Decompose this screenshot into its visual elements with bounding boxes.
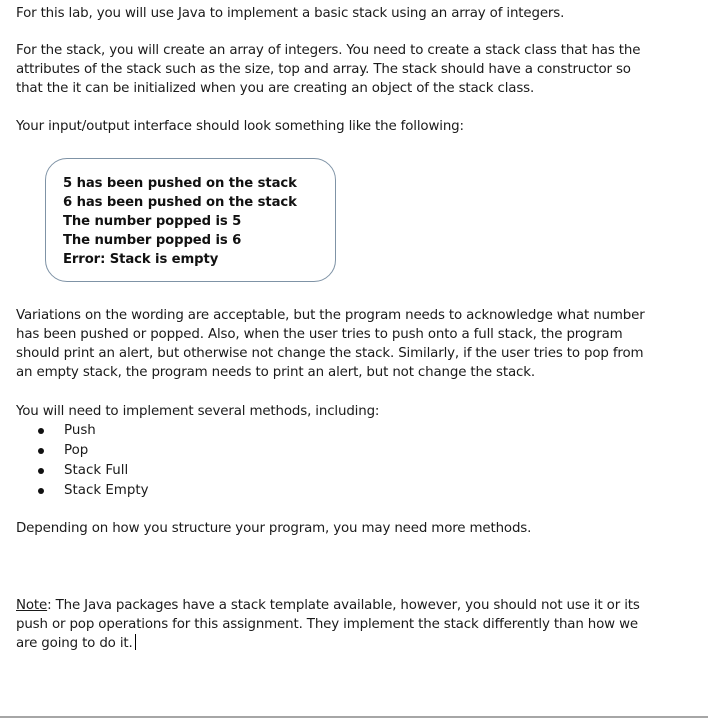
intro-paragraph: For this lab, you will use Java to imple…	[16, 4, 564, 23]
paragraph-line: For the stack, you will create an array …	[16, 43, 641, 58]
note-text: : The Java packages have a stack templat…	[47, 598, 640, 613]
method-name: Stack Empty	[64, 483, 149, 498]
method-name: Push	[64, 423, 96, 438]
paragraph-line: an empty stack, the program needs to pri…	[16, 365, 535, 380]
io-intro-text: Your input/output interface should look …	[16, 119, 464, 134]
bullet-icon	[38, 428, 44, 434]
io-example-line: Error: Stack is empty	[63, 252, 219, 267]
paragraph-line: Variations on the wording are acceptable…	[16, 308, 645, 323]
methods-intro-paragraph: You will need to implement several metho…	[16, 402, 379, 421]
methods-intro-text: You will need to implement several metho…	[16, 404, 380, 419]
note-line: Note: The Java packages have a stack tem…	[16, 596, 640, 615]
paragraph-line: attributes of the stack such as the size…	[16, 62, 631, 77]
structure-note-text: Depending on how you structure your prog…	[16, 521, 532, 536]
io-intro-paragraph: Your input/output interface should look …	[16, 117, 464, 136]
note-line: are going to do it.	[16, 634, 640, 653]
paragraph-line: has been pushed or popped. Also, when th…	[16, 327, 623, 342]
document-page[interactable]: For this lab, you will use Java to imple…	[0, 0, 708, 716]
intro-text: For this lab, you will use Java to imple…	[16, 6, 565, 21]
io-example-line: 6 has been pushed on the stack	[63, 195, 297, 210]
stack-paragraph: For the stack, you will create an array …	[16, 41, 640, 98]
io-example-line: The number popped is 6	[63, 233, 242, 248]
structure-note-paragraph: Depending on how you structure your prog…	[16, 519, 531, 538]
method-name: Stack Full	[64, 463, 129, 478]
note-line: push or pop operations for this assignme…	[16, 617, 638, 632]
method-name: Pop	[64, 443, 89, 458]
note-paragraph: Note: The Java packages have a stack tem…	[16, 596, 640, 653]
bullet-icon	[38, 448, 44, 454]
note-text: are going to do it.	[16, 636, 133, 651]
bullet-icon	[38, 468, 44, 474]
variations-paragraph: Variations on the wording are acceptable…	[16, 306, 645, 382]
note-label: Note	[16, 598, 48, 613]
paragraph-line: that the it can be initialized when you …	[16, 81, 535, 96]
bullet-icon	[38, 488, 44, 494]
text-cursor	[134, 634, 136, 650]
io-example-line: The number popped is 5	[63, 214, 242, 229]
paragraph-line: should print an alert, but otherwise not…	[16, 346, 644, 361]
io-example-line: 5 has been pushed on the stack	[63, 176, 297, 191]
